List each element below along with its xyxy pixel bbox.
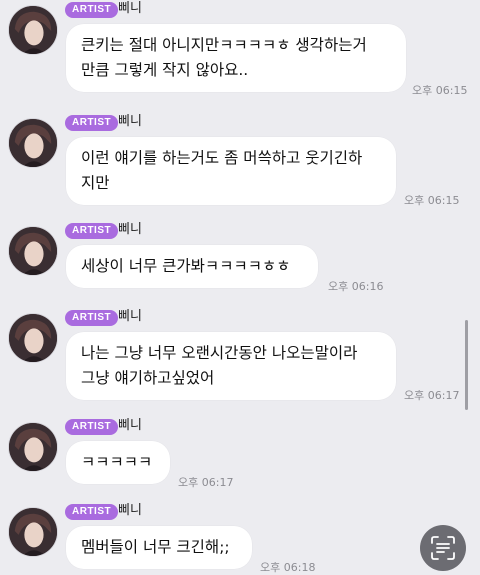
avatar-portrait [9, 423, 57, 471]
message-1: ARTIST 삐니 큰키는 절대 아니지만ㅋㅋㅋㅋㅎ 생각하는거 만큼 그렇게 … [0, 0, 480, 100]
message-3: ARTIST 삐니 세상이 너무 큰가봐ㅋㅋㅋㅋㅎㅎ 오후 06:16 [0, 221, 480, 296]
message-line: 멤버들이 너무 크긴해;; [81, 538, 230, 556]
message-line: 세상이 너무 큰가봐ㅋㅋㅋㅋㅎㅎ [81, 257, 291, 275]
message-line: ㅋㅋㅋㅋㅋ [81, 453, 153, 471]
avatar-portrait [9, 6, 57, 54]
sender-name: 삐니 [118, 418, 142, 433]
avatar[interactable] [8, 507, 58, 557]
message-line: 그냥 얘기하고싶었어 [81, 369, 215, 387]
avatar-portrait [9, 314, 57, 362]
sender-name: 삐니 [118, 114, 142, 129]
timestamp: 오후 06:16 [328, 280, 384, 293]
message-line: 지만 [81, 174, 110, 192]
text-scan-icon [431, 536, 455, 560]
message-4: ARTIST 삐니 나는 그냥 너무 오랜시간동안 나오는말이라 그냥 얘기하고… [0, 308, 480, 408]
scrollbar[interactable] [465, 320, 468, 410]
message-line: 만큼 그렇게 작지 않아요.. [81, 61, 249, 79]
artist-badge: ARTIST [65, 504, 119, 520]
message-bubble[interactable]: 큰키는 절대 아니지만ㅋㅋㅋㅋㅎ 생각하는거 만큼 그렇게 작지 않아요.. [66, 24, 406, 92]
message-line: 큰키는 절대 아니지만ㅋㅋㅋㅋㅎ 생각하는거 [81, 36, 367, 54]
avatar[interactable] [8, 118, 58, 168]
message-bubble[interactable]: 나는 그냥 너무 오랜시간동안 나오는말이라 그냥 얘기하고싶었어 [66, 332, 396, 400]
avatar[interactable] [8, 313, 58, 363]
artist-badge: ARTIST [65, 115, 119, 131]
message-2: ARTIST 삐니 이런 얘기를 하는거도 좀 머쓱하고 웃기긴하 지만 오후 … [0, 113, 480, 213]
message-bubble[interactable]: 멤버들이 너무 크긴해;; [66, 526, 252, 569]
message-bubble[interactable]: 세상이 너무 큰가봐ㅋㅋㅋㅋㅎㅎ [66, 245, 318, 288]
artist-badge: ARTIST [65, 223, 119, 239]
text-scan-button[interactable] [420, 525, 466, 571]
sender-name: 삐니 [118, 1, 142, 16]
message-bubble[interactable]: 이런 얘기를 하는거도 좀 머쓱하고 웃기긴하 지만 [66, 137, 396, 205]
avatar-portrait [9, 227, 57, 275]
artist-badge: ARTIST [65, 2, 119, 18]
avatar[interactable] [8, 226, 58, 276]
sender-name: 삐니 [118, 309, 142, 324]
message-line: 나는 그냥 너무 오랜시간동안 나오는말이라 [81, 344, 358, 362]
avatar[interactable] [8, 422, 58, 472]
timestamp: 오후 06:15 [404, 194, 460, 207]
timestamp: 오후 06:17 [404, 389, 460, 402]
timestamp: 오후 06:15 [412, 84, 468, 97]
message-line: 이런 얘기를 하는거도 좀 머쓱하고 웃기긴하 [81, 149, 363, 167]
avatar-portrait [9, 508, 57, 556]
message-6: ARTIST 삐니 멤버들이 너무 크긴해;; 오후 06:18 [0, 502, 480, 574]
message-5: ARTIST 삐니 ㅋㅋㅋㅋㅋ 오후 06:17 [0, 417, 480, 492]
timestamp: 오후 06:17 [178, 476, 234, 489]
artist-badge: ARTIST [65, 310, 119, 326]
message-bubble[interactable]: ㅋㅋㅋㅋㅋ [66, 441, 170, 484]
sender-name: 삐니 [118, 222, 142, 237]
avatar[interactable] [8, 5, 58, 55]
artist-badge: ARTIST [65, 419, 119, 435]
avatar-portrait [9, 119, 57, 167]
sender-name: 삐니 [118, 503, 142, 518]
